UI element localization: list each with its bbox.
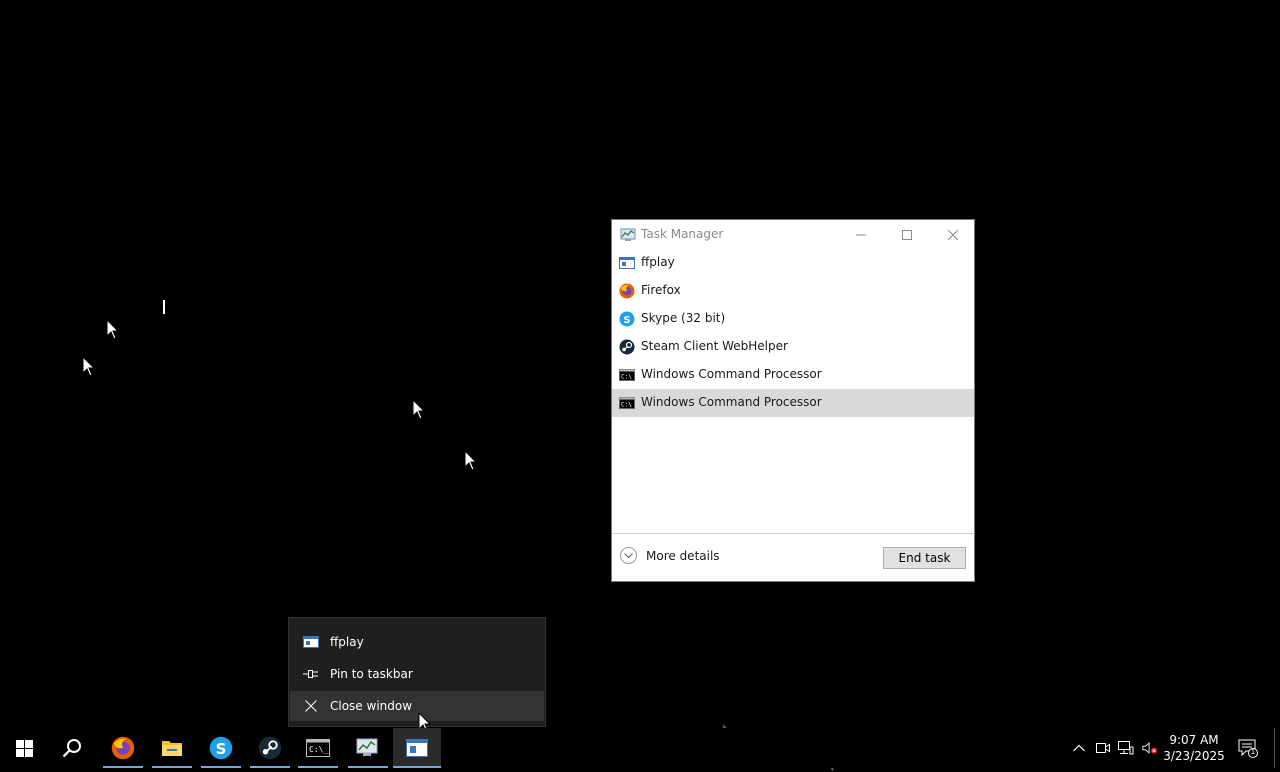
skype-icon: S (209, 736, 233, 760)
cmd-icon: C:\ (619, 397, 635, 409)
more-details-label: More details (646, 548, 720, 563)
minimize-button[interactable] (838, 220, 884, 249)
process-row[interactable]: S Skype (32 bit) (612, 305, 974, 333)
mouse-pointer-icon (464, 451, 478, 471)
cmd-icon: C:\ (619, 369, 635, 381)
start-button[interactable] (0, 728, 48, 768)
maximize-icon (902, 229, 912, 240)
show-hidden-icons-button[interactable] (1071, 740, 1087, 756)
window-title: Task Manager (641, 227, 724, 241)
jump-item-app[interactable]: ffplay (290, 627, 544, 657)
footer: More details End task (612, 533, 974, 581)
action-center-button[interactable]: 1 (1238, 738, 1258, 758)
mouse-pointer-icon (412, 400, 426, 420)
camera-icon (1096, 743, 1110, 753)
ffplay-window-icon (619, 257, 635, 269)
process-row[interactable]: Firefox (612, 277, 974, 305)
chevron-up-icon (1073, 744, 1085, 752)
process-row[interactable]: C:\ Windows Command Processor (612, 361, 974, 389)
volume-muted-icon (1142, 742, 1158, 754)
process-row[interactable]: Steam Client WebHelper (612, 333, 974, 361)
more-details-button[interactable]: More details (620, 547, 720, 564)
network-button[interactable] (1118, 740, 1134, 756)
steam-icon (619, 339, 635, 355)
task-manager-window: Task Manager ffplay Firefox S Skype (32 … (611, 219, 975, 582)
terminal-icon: C:\_ (306, 739, 330, 757)
network-icon (1118, 741, 1134, 755)
taskbar-command-prompt[interactable]: C:\_ (294, 728, 342, 768)
svg-text:C:\_: C:\_ (309, 745, 328, 754)
meet-now-button[interactable] (1095, 740, 1111, 756)
process-row-selected[interactable]: C:\ Windows Command Processor (612, 389, 974, 417)
maximize-button[interactable] (884, 220, 930, 249)
text-cursor-icon (163, 300, 165, 314)
taskbar-firefox[interactable] (99, 728, 147, 768)
steam-icon (258, 736, 282, 760)
task-manager-icon (356, 738, 378, 756)
file-explorer-icon (162, 741, 182, 756)
title-bar[interactable]: Task Manager (612, 220, 974, 249)
start-icon (15, 739, 33, 757)
svg-text:C:\: C:\ (621, 402, 632, 409)
svg-text:S: S (216, 740, 227, 758)
show-desktop-button[interactable] (1274, 728, 1280, 768)
taskbar-jump-list: ffplay Pin to taskbar Close window (288, 617, 546, 727)
close-icon (303, 699, 319, 713)
taskbar-file-explorer[interactable] (148, 728, 196, 768)
clock-time: 9:07 AM (1169, 733, 1219, 747)
ffplay-window-icon (303, 635, 319, 649)
volume-button[interactable] (1142, 740, 1158, 756)
firefox-icon (619, 283, 635, 299)
clock-date: 3/23/2025 (1163, 749, 1225, 763)
firefox-icon (111, 736, 135, 760)
pin-icon (303, 667, 319, 681)
close-button[interactable] (930, 220, 976, 249)
taskbar-steam[interactable] (246, 728, 294, 768)
task-manager-icon (620, 228, 636, 241)
svg-text:S: S (623, 315, 630, 326)
svg-text:C:\: C:\ (621, 374, 632, 381)
search-button[interactable] (48, 728, 96, 768)
search-icon (62, 739, 81, 758)
mouse-pointer-icon (82, 357, 96, 377)
end-task-button[interactable]: End task (883, 547, 966, 569)
process-list: ffplay Firefox S Skype (32 bit) Steam Cl… (612, 249, 974, 417)
minimize-icon (856, 234, 866, 235)
ffplay-window-icon (406, 739, 428, 757)
close-icon (948, 229, 958, 240)
chevron-down-icon (620, 547, 637, 564)
taskbar: S C:\_ 9:07 AM 3/23/2025 1 (0, 728, 1280, 768)
process-row[interactable]: ffplay (612, 249, 974, 277)
taskbar-ffplay[interactable] (393, 728, 441, 768)
notification-count: 1 (1250, 748, 1256, 756)
system-clock[interactable]: 9:07 AM 3/23/2025 (1160, 732, 1228, 764)
taskbar-skype[interactable]: S (197, 728, 245, 768)
taskbar-task-manager[interactable] (344, 728, 392, 768)
mouse-pointer-icon (106, 320, 120, 340)
pin-to-taskbar-item[interactable]: Pin to taskbar (290, 659, 544, 689)
close-window-item[interactable]: Close window (290, 691, 544, 721)
skype-icon: S (619, 311, 635, 327)
